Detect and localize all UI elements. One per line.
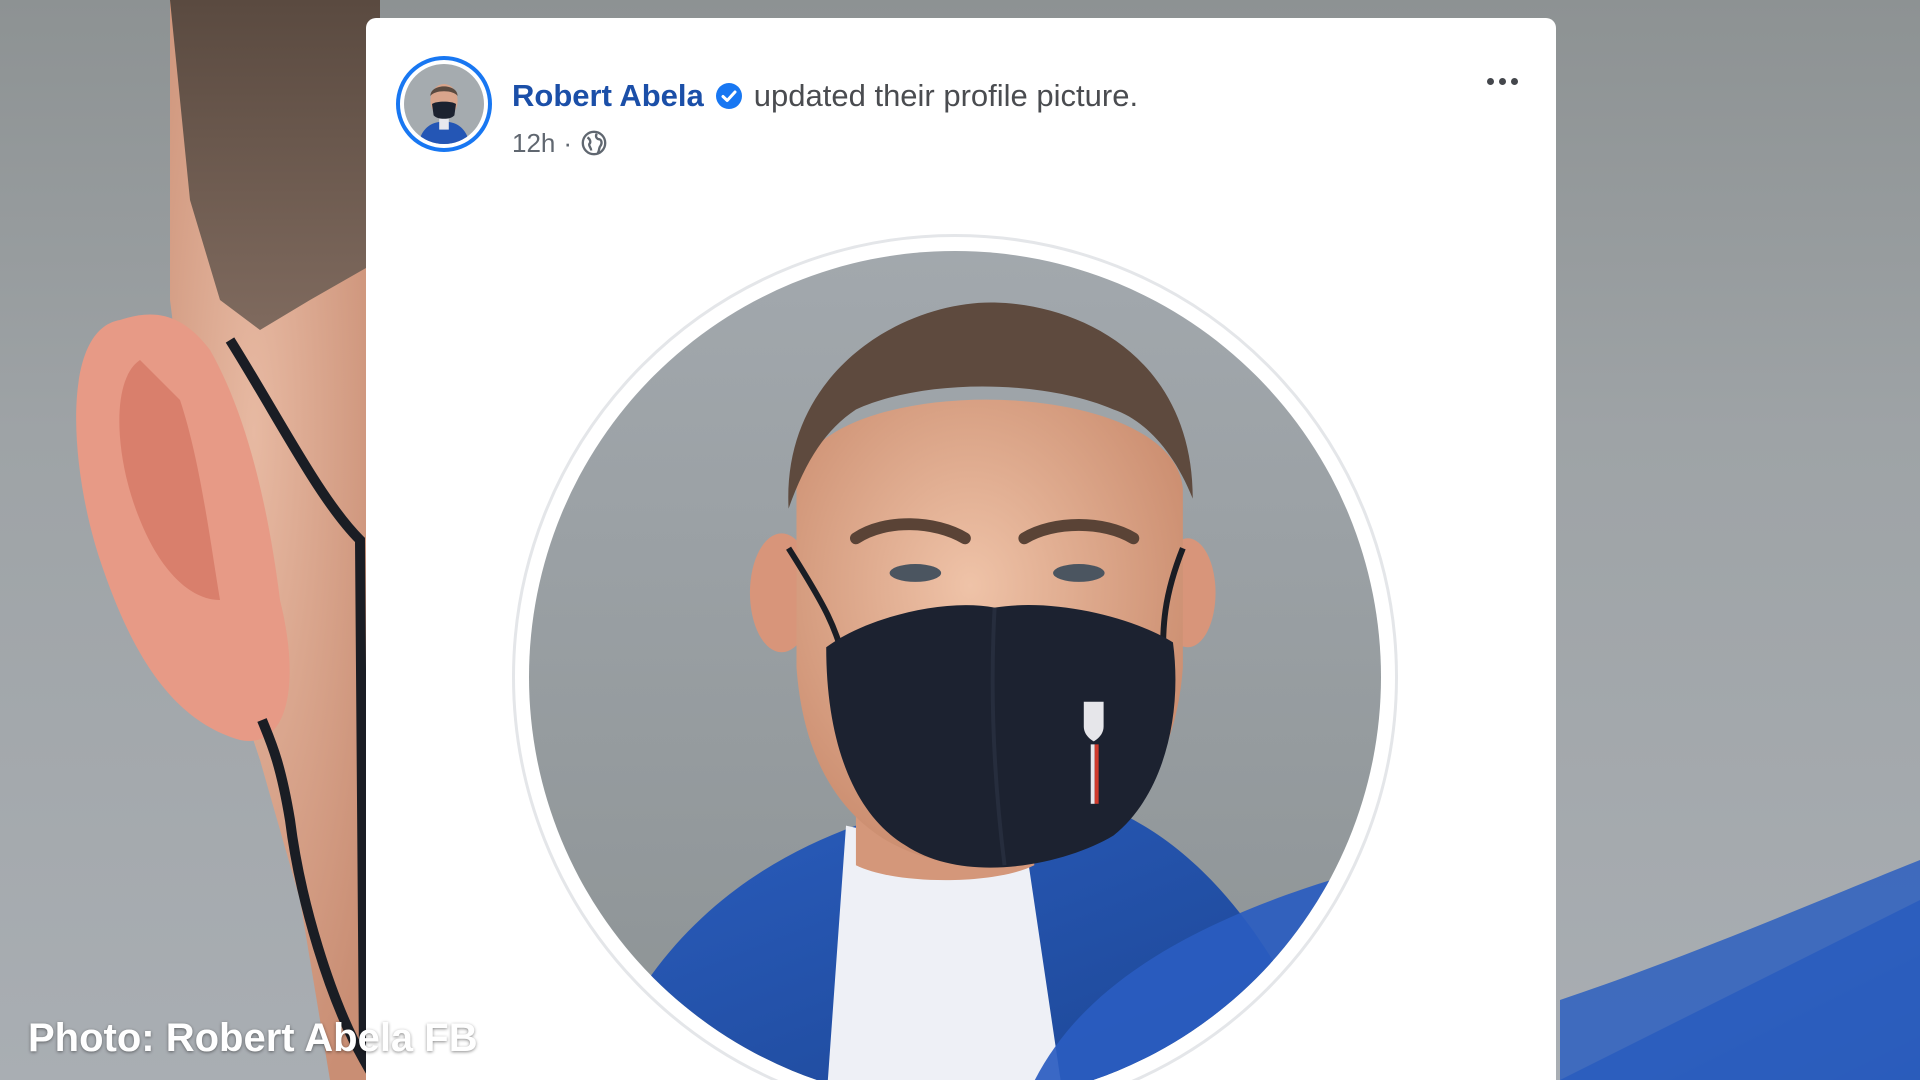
- globe-icon[interactable]: [580, 129, 610, 159]
- author-avatar[interactable]: [396, 56, 492, 152]
- author-name-link[interactable]: Robert Abela: [512, 78, 704, 114]
- more-options-button[interactable]: [1478, 66, 1526, 96]
- profile-picture[interactable]: [529, 251, 1381, 1080]
- post-action-text: updated their profile picture.: [753, 78, 1139, 113]
- post-meta: 12h ·: [512, 128, 610, 159]
- profile-picture-frame: [512, 234, 1398, 1080]
- post-title: Robert Abela updated their profile pictu…: [512, 78, 1138, 114]
- verified-badge-icon: [714, 81, 744, 111]
- post-card: Robert Abela updated their profile pictu…: [366, 18, 1556, 1080]
- post-timestamp[interactable]: 12h: [512, 128, 555, 159]
- meta-separator: ·: [563, 128, 573, 158]
- avatar-image: [404, 64, 484, 144]
- photo-credit-caption: Photo: Robert Abela FB: [28, 1016, 478, 1060]
- profile-picture-image: [529, 251, 1381, 1080]
- post-header: Robert Abela updated their profile pictu…: [396, 56, 1526, 159]
- screen: Robert Abela updated their profile pictu…: [0, 0, 1920, 1080]
- more-options-icon: [1486, 77, 1494, 85]
